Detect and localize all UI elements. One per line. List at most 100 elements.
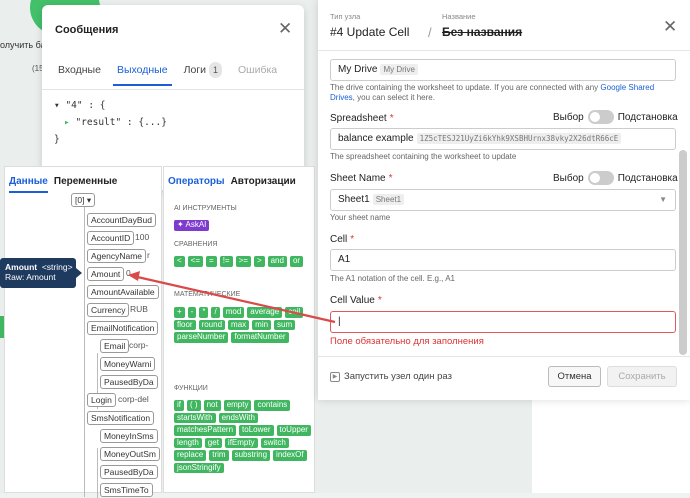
- tab-input[interactable]: Входные: [50, 62, 109, 88]
- math-chip[interactable]: min: [252, 319, 272, 330]
- function-chip[interactable]: not: [203, 400, 221, 411]
- tab-logs[interactable]: Логи 1: [176, 62, 230, 88]
- function-chip[interactable]: get: [204, 437, 222, 448]
- tab-error[interactable]: Ошибка: [230, 62, 285, 88]
- function-chip[interactable]: switch: [260, 437, 289, 448]
- save-button[interactable]: Сохранить: [607, 366, 677, 387]
- tab-output[interactable]: Выходные: [109, 62, 176, 88]
- comparison-chip[interactable]: and: [267, 256, 287, 267]
- comparison-chip[interactable]: <: [174, 256, 185, 267]
- function-chip[interactable]: indexOf: [273, 450, 307, 461]
- drive-help: The drive containing the worksheet to up…: [330, 83, 655, 102]
- spreadsheet-mode-toggle[interactable]: Выбор Подстановка: [553, 110, 678, 124]
- math-chip[interactable]: average: [247, 307, 283, 318]
- tree-item[interactable]: SmsNotification: [87, 411, 155, 425]
- section-ai-title: AI ИНСТРУМЕНТЫ: [174, 205, 237, 212]
- chevron-down-icon: ▼: [659, 195, 667, 204]
- function-chip[interactable]: endsWith: [218, 412, 258, 423]
- function-chip[interactable]: ifEmpty: [224, 437, 258, 448]
- comparison-chip[interactable]: <=: [187, 256, 204, 267]
- node-name-input[interactable]: Без названия: [442, 25, 522, 39]
- comparison-chip[interactable]: or: [289, 256, 304, 267]
- tree-item[interactable]: PausedByDa: [100, 375, 158, 389]
- scrollbar[interactable]: [679, 150, 687, 355]
- math-chip[interactable]: /: [211, 307, 220, 318]
- sheet-mode-toggle[interactable]: Выбор Подстановка: [553, 171, 678, 185]
- cancel-button[interactable]: Отмена: [548, 366, 601, 387]
- math-chip[interactable]: parseNumber: [174, 332, 229, 343]
- drive-select[interactable]: My Drive My Drive: [330, 59, 676, 81]
- askai-chip[interactable]: ✦ AskAI: [174, 220, 210, 231]
- function-chip[interactable]: jsonStringify: [174, 462, 224, 473]
- tree-index-node[interactable]: [0] ▾: [71, 193, 96, 207]
- tab-variables[interactable]: Переменные: [54, 176, 117, 193]
- function-chip[interactable]: toUpper: [276, 425, 311, 436]
- tree-item[interactable]: EmailNotification: [87, 321, 159, 335]
- tab-data[interactable]: Данные: [9, 176, 48, 193]
- expand-icon[interactable]: ▸: [64, 117, 75, 128]
- function-chip[interactable]: substring: [231, 450, 271, 461]
- math-chip[interactable]: round: [198, 319, 226, 330]
- tree-item[interactable]: MoneyOutSm: [100, 447, 160, 461]
- spreadsheet-select[interactable]: balance example 1Z5cTESJ21UyZi6kYhk9XSBHU…: [330, 128, 676, 150]
- tree-item-amount[interactable]: Amount: [87, 267, 125, 281]
- math-chip[interactable]: sum: [274, 319, 296, 330]
- function-chip[interactable]: length: [174, 437, 202, 448]
- ai-chips: ✦ AskAI: [174, 220, 312, 231]
- tree-item[interactable]: Currency: [87, 303, 130, 317]
- function-chip[interactable]: if: [174, 400, 184, 411]
- function-chip[interactable]: toLower: [239, 425, 274, 436]
- tree-item[interactable]: AmountAvailable: [87, 285, 159, 299]
- math-chip[interactable]: formatNumber: [231, 332, 289, 343]
- tree-item[interactable]: Login: [87, 393, 116, 407]
- toggle-switch[interactable]: [587, 110, 614, 124]
- math-chip[interactable]: ceil: [285, 307, 304, 318]
- tab-authorizations[interactable]: Авторизации: [231, 176, 296, 187]
- tree-item[interactable]: AgencyName: [87, 249, 147, 263]
- tree-item[interactable]: Email: [100, 339, 130, 353]
- function-chip[interactable]: matchesPattern: [174, 425, 237, 436]
- title-separator: /: [428, 25, 432, 40]
- math-chips: + - * / mod average ceil floor round max min sum par…: [174, 307, 312, 343]
- math-chip[interactable]: mod: [222, 307, 245, 318]
- function-chip[interactable]: empty: [223, 400, 252, 411]
- toggle-switch[interactable]: [587, 171, 614, 185]
- math-chip[interactable]: *: [199, 307, 209, 318]
- function-chip[interactable]: startsWith: [174, 412, 216, 423]
- comparison-chip[interactable]: >=: [235, 256, 251, 267]
- cell-help: The A1 notation of the cell. E.g., A1: [330, 274, 455, 283]
- function-chip[interactable]: trim: [209, 450, 229, 461]
- tree-item[interactable]: MoneyWarni: [100, 357, 156, 371]
- sheet-name-select[interactable]: Sheet1 Sheet1 ▼: [330, 189, 676, 211]
- cell-value-label: Cell Value *: [330, 295, 382, 306]
- close-icon[interactable]: ✕: [663, 17, 677, 37]
- tree-item[interactable]: AccountDayBud: [87, 213, 156, 227]
- function-chip[interactable]: replace: [174, 450, 207, 461]
- comparison-chip[interactable]: =: [206, 256, 217, 267]
- collapse-icon[interactable]: ▾: [54, 100, 65, 111]
- play-icon: ▶: [330, 371, 340, 382]
- tree-item-value: r: [147, 250, 150, 260]
- math-chip[interactable]: max: [228, 319, 250, 330]
- divider: [318, 50, 690, 51]
- tree-item[interactable]: MoneyInSms: [100, 429, 158, 443]
- spreadsheet-help: The spreadsheet containing the worksheet…: [330, 152, 517, 161]
- cell-value-input[interactable]: |: [330, 311, 676, 333]
- tab-operators[interactable]: Операторы: [168, 176, 225, 187]
- run-once-button[interactable]: ▶ Запустить узел один раз: [330, 371, 452, 382]
- math-chip[interactable]: -: [187, 307, 197, 318]
- comparison-chip[interactable]: !=: [219, 256, 233, 267]
- function-chip[interactable]: contains: [254, 400, 291, 411]
- tooltip-name: Amount: [5, 262, 38, 272]
- tree-item[interactable]: AccountID: [87, 231, 135, 245]
- close-icon[interactable]: ✕: [278, 19, 292, 39]
- cell-input[interactable]: A1: [330, 249, 676, 271]
- comparison-chips: < <= = != >= > and or: [174, 256, 312, 267]
- math-chip[interactable]: floor: [174, 319, 196, 330]
- tree-item[interactable]: PausedByDa: [100, 465, 158, 479]
- math-chip[interactable]: +: [174, 307, 185, 318]
- node-type: #4 Update Cell: [330, 25, 410, 39]
- function-chip[interactable]: ( ): [187, 400, 201, 411]
- comparison-chip[interactable]: >: [253, 256, 265, 267]
- tree-item[interactable]: SmsTimeTo: [100, 483, 153, 497]
